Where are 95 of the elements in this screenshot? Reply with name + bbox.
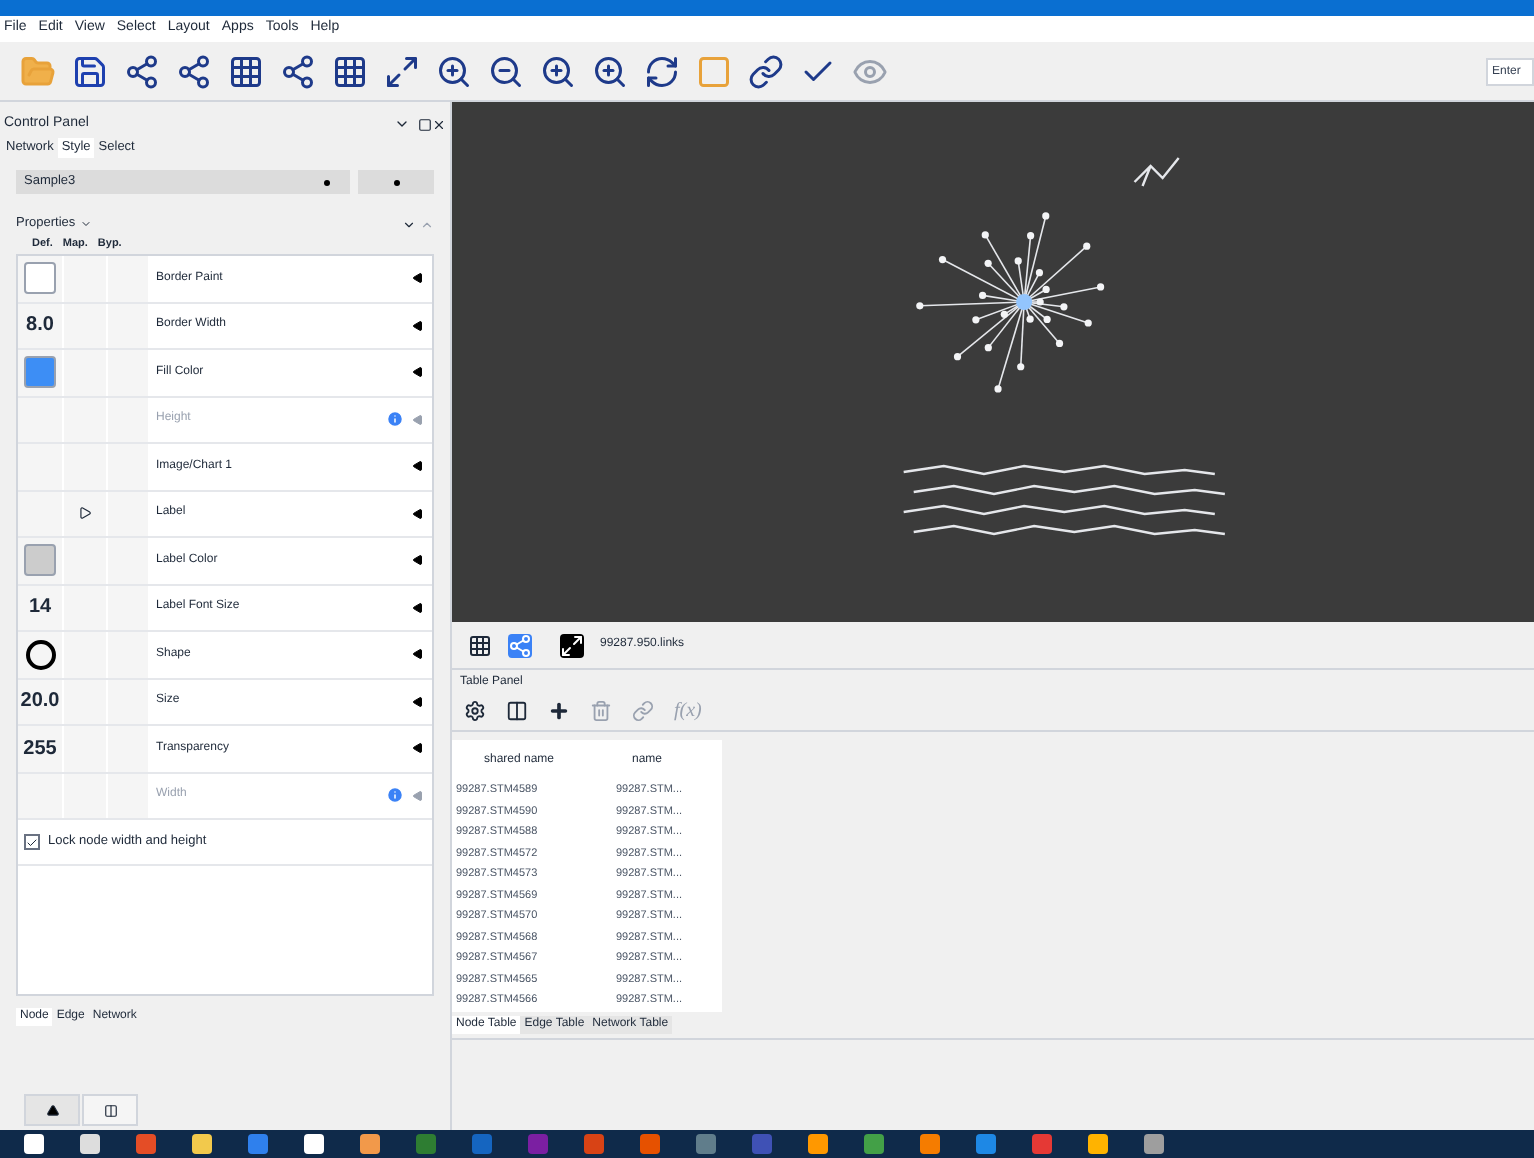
- save-icon[interactable]: [72, 53, 108, 89]
- bypass-cell[interactable]: [108, 679, 148, 724]
- color-swatch[interactable]: [24, 262, 56, 295]
- color-swatch[interactable]: [24, 356, 56, 389]
- expand-arrow-icon[interactable]: [412, 742, 424, 755]
- default-cell[interactable]: 8.0: [18, 303, 64, 348]
- bypass-cell[interactable]: [108, 444, 148, 489]
- mapping-cell[interactable]: [64, 256, 108, 301]
- taskbar-app-icon[interactable]: [808, 1134, 828, 1154]
- circle-shape-icon: [25, 639, 55, 670]
- grid-icon[interactable]: [468, 633, 492, 657]
- close-icon[interactable]: [432, 117, 446, 131]
- taskbar-app-icon[interactable]: [24, 1134, 44, 1154]
- taskbar-app-icon[interactable]: [976, 1134, 996, 1154]
- info-icon[interactable]: [386, 786, 404, 805]
- expand-arrow-icon[interactable]: [412, 554, 424, 567]
- bypass-cell[interactable]: [108, 256, 148, 301]
- expand-arrow-icon[interactable]: [412, 507, 424, 520]
- taskbar-app-icon[interactable]: [248, 1134, 268, 1154]
- bypass-cell[interactable]: [108, 538, 148, 583]
- default-cell[interactable]: [18, 350, 64, 395]
- default-value: 255: [23, 735, 57, 764]
- bypass-cell[interactable]: [108, 585, 148, 630]
- default-value: 14: [28, 594, 52, 623]
- float-icon[interactable]: [418, 117, 432, 131]
- mapping-cell[interactable]: [64, 632, 108, 677]
- bypass-cell[interactable]: [108, 726, 148, 771]
- default-cell[interactable]: [18, 256, 64, 301]
- default-cell[interactable]: [18, 444, 64, 489]
- mapping-cell[interactable]: [64, 444, 108, 489]
- mapping-icon[interactable]: [78, 506, 92, 521]
- taskbar-app-icon[interactable]: [584, 1134, 604, 1154]
- taskbar-app-icon[interactable]: [192, 1134, 212, 1154]
- expand-arrow-icon[interactable]: [412, 319, 424, 332]
- bypass-cell[interactable]: [108, 350, 148, 395]
- triangle-icon: [45, 1103, 59, 1117]
- taskbar-app-icon[interactable]: [696, 1134, 716, 1154]
- taskbar-app-icon[interactable]: [416, 1134, 436, 1154]
- expand-icon[interactable]: [560, 633, 584, 657]
- add-icon[interactable]: [548, 700, 570, 722]
- color-swatch[interactable]: [24, 544, 56, 577]
- taskbar-app-icon[interactable]: [1032, 1134, 1052, 1154]
- mapping-cell[interactable]: [64, 585, 108, 630]
- mapping-cell[interactable]: [64, 679, 108, 724]
- info-icon[interactable]: [386, 410, 404, 429]
- bypass-cell[interactable]: [108, 491, 148, 536]
- default-value: 20.0: [20, 688, 60, 717]
- zoom-out-icon[interactable]: [488, 53, 524, 89]
- columns-icon[interactable]: [506, 700, 528, 722]
- expand-arrow-icon[interactable]: [412, 695, 424, 708]
- default-cell[interactable]: [18, 538, 64, 583]
- bypass-cell[interactable]: [108, 397, 148, 442]
- delete-icon[interactable]: [590, 700, 612, 722]
- taskbar-app-icon[interactable]: [920, 1134, 940, 1154]
- expand-arrow-icon[interactable]: [412, 460, 424, 473]
- default-cell[interactable]: [18, 632, 64, 677]
- bottom-button[interactable]: [24, 1094, 80, 1126]
- network-icon[interactable]: [508, 633, 532, 657]
- expand-arrow-icon[interactable]: [412, 601, 424, 614]
- mapping-cell[interactable]: [64, 303, 108, 348]
- settings-icon[interactable]: [464, 700, 486, 722]
- dropdown-icon[interactable]: [394, 116, 410, 132]
- taskbar-app-icon[interactable]: [1088, 1134, 1108, 1154]
- taskbar-app-icon[interactable]: [304, 1134, 324, 1154]
- expand-all-icon[interactable]: [402, 217, 416, 231]
- open-folder-icon[interactable]: [20, 53, 56, 89]
- expand-arrow-icon[interactable]: [412, 366, 424, 379]
- mapping-cell[interactable]: [64, 491, 108, 536]
- default-cell[interactable]: 14: [18, 585, 64, 630]
- link-icon[interactable]: [748, 53, 784, 89]
- taskbar-app-icon[interactable]: [136, 1134, 156, 1154]
- mapping-cell[interactable]: [64, 538, 108, 583]
- default-cell[interactable]: 20.0: [18, 679, 64, 724]
- taskbar-app-icon[interactable]: [360, 1134, 380, 1154]
- expand-arrow-icon[interactable]: [412, 272, 424, 285]
- list-icon: [103, 1103, 117, 1117]
- lock-checkbox[interactable]: [24, 834, 40, 850]
- default-value: 8.0: [26, 312, 54, 341]
- default-cell[interactable]: [18, 773, 64, 818]
- list-button[interactable]: [82, 1094, 138, 1126]
- bypass-cell[interactable]: [108, 632, 148, 677]
- default-cell[interactable]: [18, 397, 64, 442]
- zoom-in-icon[interactable]: [436, 53, 472, 89]
- default-cell[interactable]: [18, 491, 64, 536]
- mapping-cell[interactable]: [64, 726, 108, 771]
- bypass-cell[interactable]: [108, 773, 148, 818]
- mapping-cell[interactable]: [64, 350, 108, 395]
- taskbar-app-icon[interactable]: [1144, 1134, 1164, 1154]
- bypass-cell[interactable]: [108, 303, 148, 348]
- taskbar-app-icon[interactable]: [640, 1134, 660, 1154]
- default-cell[interactable]: 255: [18, 726, 64, 771]
- expand-arrow-icon[interactable]: [412, 648, 424, 661]
- taskbar-app-icon[interactable]: [80, 1134, 100, 1154]
- refresh-icon[interactable]: [644, 53, 680, 89]
- taskbar-app-icon[interactable]: [864, 1134, 884, 1154]
